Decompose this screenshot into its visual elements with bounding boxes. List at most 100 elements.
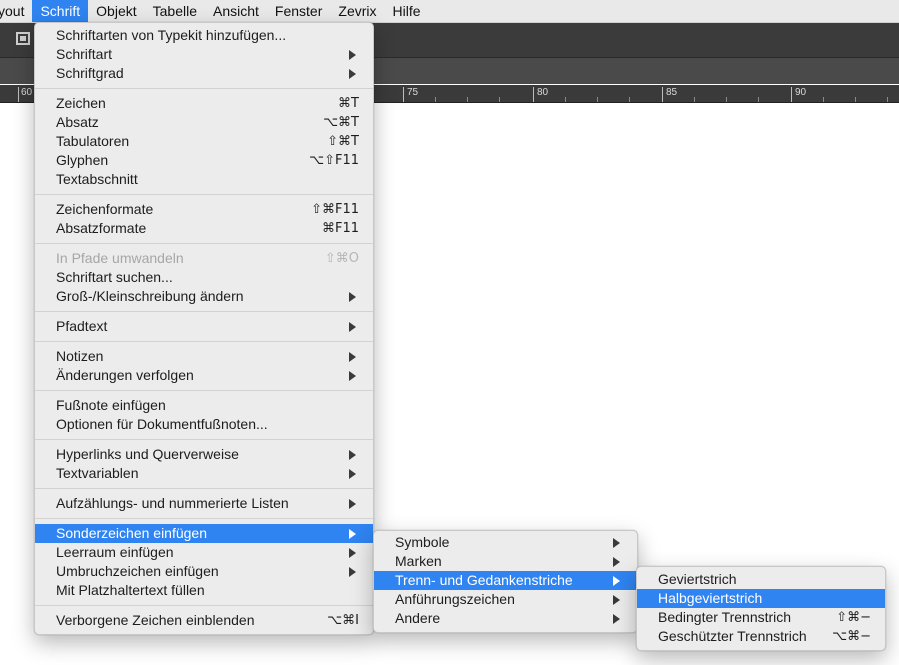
- menu-item-schriftgrad[interactable]: Schriftgrad: [35, 64, 373, 83]
- menu-item-listen[interactable]: Aufzählungs- und nummerierte Listen: [35, 494, 373, 513]
- menu-item-label: Symbole: [395, 534, 450, 550]
- menu-item-platzhalter[interactable]: Mit Platzhaltertext füllen: [35, 581, 373, 600]
- submenu-arrow-icon: [613, 557, 620, 567]
- menu-item-pfadtext[interactable]: Pfadtext: [35, 317, 373, 336]
- menu-item-label: Halbgeviertstrich: [658, 590, 763, 606]
- menubar-item-hilfe[interactable]: Hilfe: [385, 0, 429, 22]
- menu-item-label: Zeichenformate: [56, 201, 154, 217]
- menu-item-label: Pfadtext: [56, 318, 108, 334]
- menu-item-label: Textvariablen: [56, 465, 139, 481]
- menu-item-label: Schriftgrad: [56, 65, 124, 81]
- menu-item-label: Glyphen: [56, 152, 109, 168]
- ruler-tick: [533, 87, 534, 102]
- menu-item-zeichenformate[interactable]: Zeichenformate ⇧⌘F11: [35, 200, 373, 219]
- menubar-item-layout[interactable]: yout: [0, 0, 32, 22]
- menu-item-label: Leerraum einfügen: [56, 544, 174, 560]
- menu-item-andere[interactable]: Andere: [374, 609, 637, 628]
- menu-item-label: Schriftart: [56, 46, 113, 62]
- ruler-tick: [18, 87, 19, 102]
- ruler-tick: [435, 97, 436, 102]
- menu-separator: [35, 488, 373, 489]
- frame-select-icon[interactable]: [16, 32, 30, 45]
- menu-item-bedingter-trennstrich[interactable]: Bedingter Trennstrich ⇧⌘−: [637, 608, 885, 627]
- menu-item-schriftart-suchen[interactable]: Schriftart suchen...: [35, 268, 373, 287]
- ruler-tick: [662, 87, 663, 102]
- menu-item-absatzformate[interactable]: Absatzformate ⌘F11: [35, 219, 373, 238]
- menu-item-sonderzeichen[interactable]: Sonderzeichen einfügen: [35, 524, 373, 543]
- ruler-tick: [629, 97, 630, 102]
- menu-item-umbruch[interactable]: Umbruchzeichen einfügen: [35, 562, 373, 581]
- menubar-item-zevrix[interactable]: Zevrix: [330, 0, 384, 22]
- menu-item-tabulatoren[interactable]: Tabulatoren ⇧⌘T: [35, 132, 373, 151]
- menu-item-halbgeviertstrich[interactable]: Halbgeviertstrich: [637, 589, 885, 608]
- submenu-arrow-icon: [613, 538, 620, 548]
- menu-item-shortcut: ⌥⌘−: [832, 629, 871, 644]
- menu-item-fussnote-optionen[interactable]: Optionen für Dokumentfußnoten...: [35, 415, 373, 434]
- menu-item-hyperlinks[interactable]: Hyperlinks und Querverweise: [35, 445, 373, 464]
- menu-item-label: Schriftart suchen...: [56, 269, 173, 285]
- menu-item-label: Trenn- und Gedankenstriche: [395, 572, 573, 588]
- submenu-arrow-icon: [349, 69, 356, 79]
- menu-item-label: Mit Platzhaltertext füllen: [56, 582, 205, 598]
- submenu-arrow-icon: [349, 371, 356, 381]
- menu-item-shortcut: ⇧⌘O: [324, 251, 359, 266]
- menu-item-anfuehrung[interactable]: Anführungszeichen: [374, 590, 637, 609]
- menu-item-label: Absatzformate: [56, 220, 147, 236]
- ruler-tick: [597, 97, 598, 102]
- menu-item-label: Geviertstrich: [658, 571, 737, 587]
- trennstriche-submenu: Geviertstrich Halbgeviertstrich Bedingte…: [636, 566, 886, 651]
- menu-item-verborgene[interactable]: Verborgene Zeichen einblenden ⌥⌘I: [35, 611, 373, 630]
- menu-item-label: Notizen: [56, 348, 104, 364]
- menubar-item-ansicht[interactable]: Ansicht: [205, 0, 267, 22]
- menu-item-label: Andere: [395, 610, 441, 626]
- menubar-item-schrift[interactable]: Schrift: [32, 0, 89, 22]
- menu-item-label: Sonderzeichen einfügen: [56, 525, 208, 541]
- submenu-arrow-icon: [613, 576, 620, 586]
- ruler-tick: [823, 97, 824, 102]
- submenu-arrow-icon: [613, 614, 620, 624]
- submenu-arrow-icon: [349, 352, 356, 362]
- submenu-arrow-icon: [349, 322, 356, 332]
- menu-item-label: In Pfade umwandeln: [56, 250, 184, 266]
- menu-item-notizen[interactable]: Notizen: [35, 347, 373, 366]
- submenu-arrow-icon: [349, 469, 356, 479]
- menu-item-label: Absatz: [56, 114, 99, 130]
- menu-item-label: Geschützter Trennstrich: [658, 628, 807, 644]
- menu-item-label: Anführungszeichen: [395, 591, 515, 607]
- menubar-item-objekt[interactable]: Objekt: [88, 0, 144, 22]
- menu-item-geschuetzter-trennstrich[interactable]: Geschützter Trennstrich ⌥⌘−: [637, 627, 885, 646]
- menu-item-gross-klein[interactable]: Groß-/Kleinschreibung ändern: [35, 287, 373, 306]
- menu-item-schriftart[interactable]: Schriftart: [35, 45, 373, 64]
- menu-separator: [35, 439, 373, 440]
- menu-item-absatz[interactable]: Absatz ⌥⌘T: [35, 113, 373, 132]
- menu-item-label: Zeichen: [56, 95, 106, 111]
- menu-item-label: Textabschnitt: [56, 171, 138, 187]
- menu-separator: [35, 605, 373, 606]
- menu-item-in-pfade: In Pfade umwandeln ⇧⌘O: [35, 249, 373, 268]
- ruler-tick: [791, 87, 792, 102]
- ruler-label: 85: [666, 87, 678, 98]
- menu-item-leerraum[interactable]: Leerraum einfügen: [35, 543, 373, 562]
- menu-item-textvariablen[interactable]: Textvariablen: [35, 464, 373, 483]
- menu-item-geviertstrich[interactable]: Geviertstrich: [637, 570, 885, 589]
- menu-item-label: Tabulatoren: [56, 133, 130, 149]
- menu-item-trenn[interactable]: Trenn- und Gedankenstriche: [374, 571, 637, 590]
- menubar-item-tabelle[interactable]: Tabelle: [145, 0, 205, 22]
- ruler-tick: [726, 97, 727, 102]
- menubar-item-fenster[interactable]: Fenster: [267, 0, 330, 22]
- menu-item-aenderungen[interactable]: Änderungen verfolgen: [35, 366, 373, 385]
- menu-item-fussnote[interactable]: Fußnote einfügen: [35, 396, 373, 415]
- submenu-arrow-icon: [349, 50, 356, 60]
- menu-item-typekit[interactable]: Schriftarten von Typekit hinzufügen...: [35, 26, 373, 45]
- menu-separator: [35, 88, 373, 89]
- menu-item-shortcut: ⌥⌘T: [323, 115, 359, 130]
- submenu-arrow-icon: [349, 567, 356, 577]
- menu-item-marken[interactable]: Marken: [374, 552, 637, 571]
- menu-item-label: Schriftarten von Typekit hinzufügen...: [56, 27, 287, 43]
- menu-item-label: Aufzählungs- und nummerierte Listen: [56, 495, 289, 511]
- menu-item-symbole[interactable]: Symbole: [374, 533, 637, 552]
- menu-item-glyphen[interactable]: Glyphen ⌥⇧F11: [35, 151, 373, 170]
- menu-separator: [35, 194, 373, 195]
- menu-item-zeichen[interactable]: Zeichen ⌘T: [35, 94, 373, 113]
- menu-item-textabschnitt[interactable]: Textabschnitt: [35, 170, 373, 189]
